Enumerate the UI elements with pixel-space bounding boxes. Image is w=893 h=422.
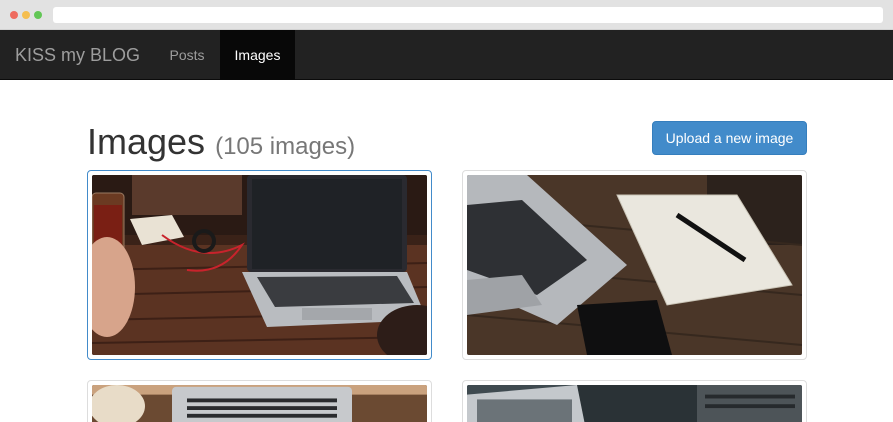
- image-thumbnail[interactable]: [87, 170, 432, 360]
- upload-image-button[interactable]: Upload a new image: [652, 121, 807, 155]
- image-thumbnail[interactable]: [462, 380, 807, 422]
- image-thumbnail[interactable]: [462, 170, 807, 360]
- nav-item-posts[interactable]: Posts: [155, 30, 219, 80]
- image-photo: [89, 385, 427, 422]
- nav-item-images[interactable]: Images: [220, 30, 295, 80]
- brand-link[interactable]: KISS my BLOG: [15, 30, 140, 80]
- image-photo: [466, 175, 803, 355]
- page-title-text: Images: [87, 121, 206, 162]
- maximize-window-icon[interactable]: [34, 11, 42, 19]
- image-photo: [467, 385, 802, 422]
- close-window-icon[interactable]: [10, 11, 18, 19]
- image-photo: [88, 175, 431, 359]
- browser-chrome: [0, 0, 893, 30]
- image-thumbnail[interactable]: [87, 380, 432, 422]
- image-count: (105 images): [215, 133, 356, 160]
- page-title: Images (105 images): [87, 120, 355, 169]
- minimize-window-icon[interactable]: [22, 11, 30, 19]
- navbar: KISS my BLOG Posts Images: [0, 30, 893, 80]
- address-bar[interactable]: [53, 7, 883, 23]
